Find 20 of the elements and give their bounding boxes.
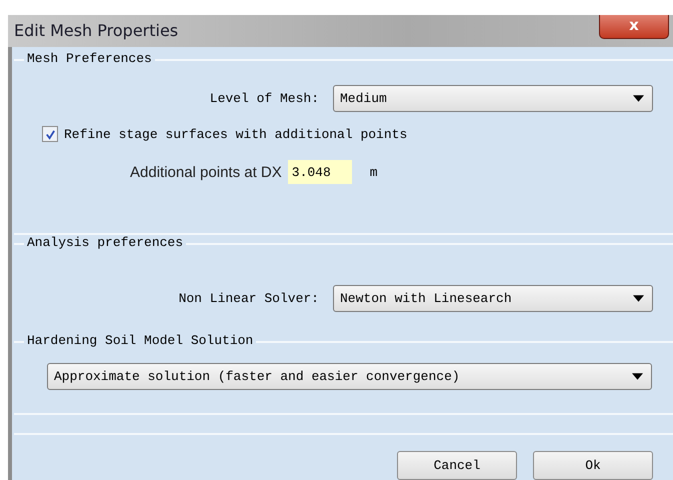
group-title: Hardening Soil Model Solution xyxy=(24,333,256,348)
input-field[interactable]: 3.048 xyxy=(288,160,352,184)
dropdown[interactable]: Medium xyxy=(333,85,653,112)
field-label: Additional points at DX xyxy=(130,164,282,180)
caret-icon xyxy=(633,95,644,102)
group-title: Analysis preferences xyxy=(24,235,186,250)
checkbox[interactable] xyxy=(42,126,58,142)
dropdown[interactable]: Newton with Linesearch xyxy=(333,285,653,312)
cancel-button[interactable]: Cancel xyxy=(397,451,517,480)
field-label: Non Linear Solver: xyxy=(178,291,320,306)
close-button[interactable]: x xyxy=(599,15,669,39)
dropdown[interactable]: Approximate solution (faster and easier convergence) xyxy=(47,363,652,390)
caret-icon xyxy=(633,295,644,302)
checkbox-label: Refine stage surfaces with additional points xyxy=(64,126,408,142)
window-title: Edit Mesh Properties xyxy=(13,20,178,40)
checkmark-icon xyxy=(44,128,56,140)
field-label: Level of Mesh: xyxy=(208,91,320,106)
caret-icon xyxy=(632,373,643,380)
unit-label: m xyxy=(370,164,378,180)
ok-button[interactable]: Ok xyxy=(533,451,653,480)
